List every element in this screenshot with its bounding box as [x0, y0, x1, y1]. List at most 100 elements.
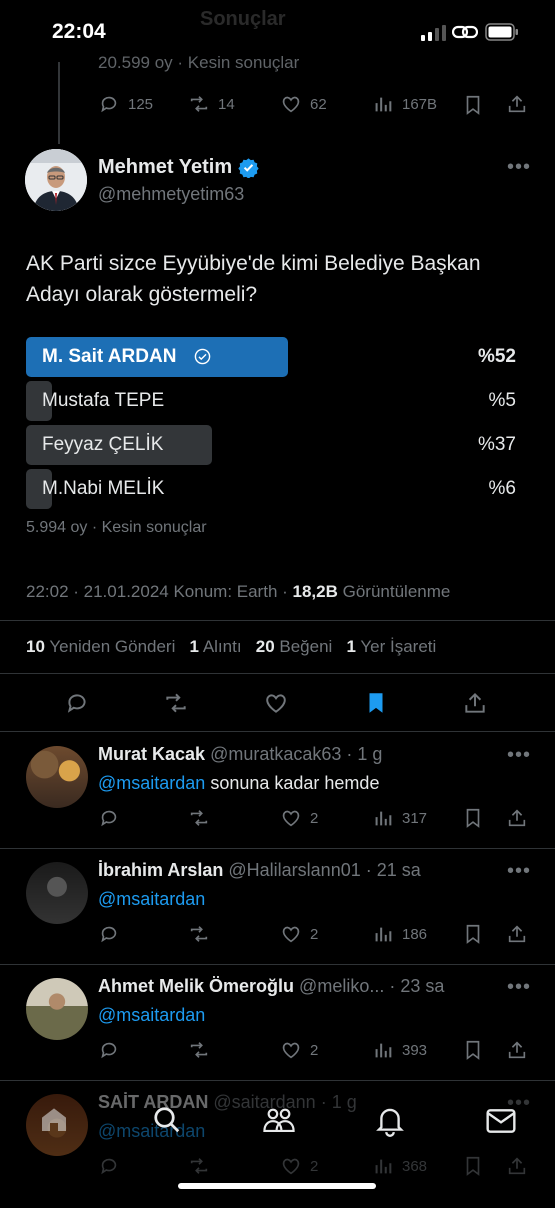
bookmarks-stat[interactable]: 1 Yer İşareti: [347, 637, 437, 656]
divider: [0, 1080, 555, 1081]
more-options-icon[interactable]: •••: [507, 860, 531, 883]
reply-like-count: 2: [310, 925, 319, 943]
reply-avatar[interactable]: [26, 862, 88, 924]
reply-body: sonuna kadar hemde: [205, 773, 380, 793]
more-options-icon[interactable]: •••: [507, 744, 531, 767]
divider: [0, 964, 555, 965]
prev-like-count: 62: [310, 95, 327, 113]
reply-item[interactable]: Ahmet Melik Ömeroğlu @meliko... · 23 sa •…: [0, 976, 555, 1092]
reply-avatar[interactable]: [26, 746, 88, 808]
share-icon[interactable]: [506, 93, 528, 115]
likes-count: 20: [255, 637, 275, 656]
reply-like-button[interactable]: 2: [280, 1039, 318, 1061]
reply-time: · 1 g: [346, 744, 383, 764]
views-icon: [375, 1043, 392, 1058]
bookmark-icon[interactable]: [462, 923, 484, 945]
reply-views-count: 317: [402, 809, 428, 827]
reply-author-name[interactable]: Murat Kacak: [98, 744, 205, 764]
divider: [0, 673, 555, 674]
prev-repost-button[interactable]: 14: [188, 93, 235, 115]
poll-option: M.Nabi MELİK %6: [26, 469, 516, 509]
reply-icon[interactable]: [64, 690, 90, 716]
bookmark-filled-icon[interactable]: [363, 690, 389, 716]
repost-icon[interactable]: [163, 690, 189, 716]
quotes-label: Alıntı: [202, 637, 242, 656]
prev-like-button[interactable]: 62: [280, 93, 327, 115]
home-icon[interactable]: [38, 1103, 70, 1135]
author-avatar[interactable]: [25, 149, 87, 211]
reply-views-button[interactable]: 317: [372, 807, 427, 829]
heart-icon: [282, 926, 300, 943]
reposts-label: Yeniden Gönderi: [49, 637, 176, 656]
verified-badge-icon: [238, 158, 259, 178]
views-icon: [375, 97, 392, 112]
thread-line: [58, 62, 60, 144]
prev-views-button[interactable]: 167B: [372, 93, 437, 115]
share-icon[interactable]: [506, 923, 528, 945]
more-options-icon[interactable]: •••: [507, 976, 531, 999]
repost-icon[interactable]: [188, 1039, 210, 1061]
quotes-stat[interactable]: 1 Alıntı: [190, 637, 242, 656]
poll-option-label: Mustafa TEPE: [42, 390, 165, 411]
share-icon[interactable]: [506, 1039, 528, 1061]
poll-option: Mustafa TEPE %5: [26, 381, 516, 421]
reply-like-button[interactable]: 2: [280, 807, 318, 829]
more-options-icon[interactable]: •••: [507, 156, 531, 179]
reply-mention-link[interactable]: @msaitardan: [98, 889, 205, 909]
prev-reply-count: 125: [128, 95, 154, 113]
repost-icon[interactable]: [188, 807, 210, 829]
divider: [0, 848, 555, 849]
repost-icon[interactable]: [188, 923, 210, 945]
reply-views-count: 186: [402, 925, 428, 943]
reply-author-handle: @muratkacak63: [210, 744, 342, 764]
tweet-timestamp-row: 22:02 · 21.01.2024 Konum: Earth · 18,2B …: [26, 582, 450, 602]
views-icon: [375, 811, 392, 826]
reply-author-name[interactable]: İbrahim Arslan: [98, 860, 223, 880]
reply-like-count: 2: [310, 1041, 319, 1059]
share-icon[interactable]: [462, 690, 488, 716]
reply-item[interactable]: Murat Kacak @muratkacak63 · 1 g ••• @msait…: [0, 744, 555, 860]
reply-mention-link[interactable]: @msaitardan: [98, 773, 205, 793]
reply-icon[interactable]: [98, 1039, 120, 1061]
reposts-stat[interactable]: 10 Yeniden Gönderi: [26, 637, 175, 656]
reply-like-count: 2: [310, 809, 319, 827]
prev-reply-button[interactable]: 125: [98, 93, 153, 115]
previous-poll-meta: 20.599 oy · Kesin sonuçlar: [98, 53, 300, 72]
author-name-row[interactable]: Mehmet Yetim: [98, 156, 259, 179]
views-count: 18,2B: [292, 582, 338, 601]
notifications-icon[interactable]: [375, 1105, 405, 1137]
views-label: Görüntülenme: [342, 582, 451, 601]
share-icon[interactable]: [506, 807, 528, 829]
poll-option-percent: %6: [488, 478, 516, 499]
messages-icon[interactable]: [485, 1107, 517, 1135]
poll-meta: 5.994 oy · Kesin sonuçlar: [26, 519, 207, 536]
reply-icon[interactable]: [98, 807, 120, 829]
tweet-text: AK Parti sizce Eyyübiye'de kimi Belediye…: [26, 252, 481, 306]
divider: [0, 731, 555, 732]
heart-icon: [282, 1042, 300, 1059]
reply-views-button[interactable]: 186: [372, 923, 427, 945]
reply-header: Murat Kacak @muratkacak63 · 1 g: [98, 744, 498, 765]
heart-icon[interactable]: [263, 690, 289, 716]
reply-avatar[interactable]: [26, 978, 88, 1040]
reply-time: · 23 sa: [389, 976, 445, 996]
reply-text: @msaitardan sonuna kadar hemde: [98, 773, 379, 794]
bookmark-icon[interactable]: [462, 1039, 484, 1061]
bookmark-icon[interactable]: [462, 807, 484, 829]
reply-icon[interactable]: [98, 923, 120, 945]
reply-item[interactable]: İbrahim Arslan @Halilarslann01 · 21 sa ••…: [0, 860, 555, 976]
reply-views-button[interactable]: 393: [372, 1039, 427, 1061]
bookmark-icon[interactable]: [462, 94, 484, 116]
poll-option-percent: %52: [477, 346, 516, 367]
reply-text: @msaitardan: [98, 1005, 205, 1026]
reply-like-button[interactable]: 2: [280, 923, 318, 945]
communities-icon[interactable]: [262, 1105, 296, 1135]
heart-icon: [282, 810, 300, 827]
likes-stat[interactable]: 20 Beğeni: [256, 637, 333, 656]
reply-header: İbrahim Arslan @Halilarslann01 · 21 sa: [98, 860, 498, 881]
poll-option-percent: %37: [477, 434, 516, 455]
search-icon[interactable]: [152, 1105, 182, 1135]
reply-mention-link[interactable]: @msaitardan: [98, 1005, 205, 1025]
poll-option-percent: %5: [488, 390, 516, 411]
reply-author-name[interactable]: Ahmet Melik Ömeroğlu: [98, 976, 294, 996]
